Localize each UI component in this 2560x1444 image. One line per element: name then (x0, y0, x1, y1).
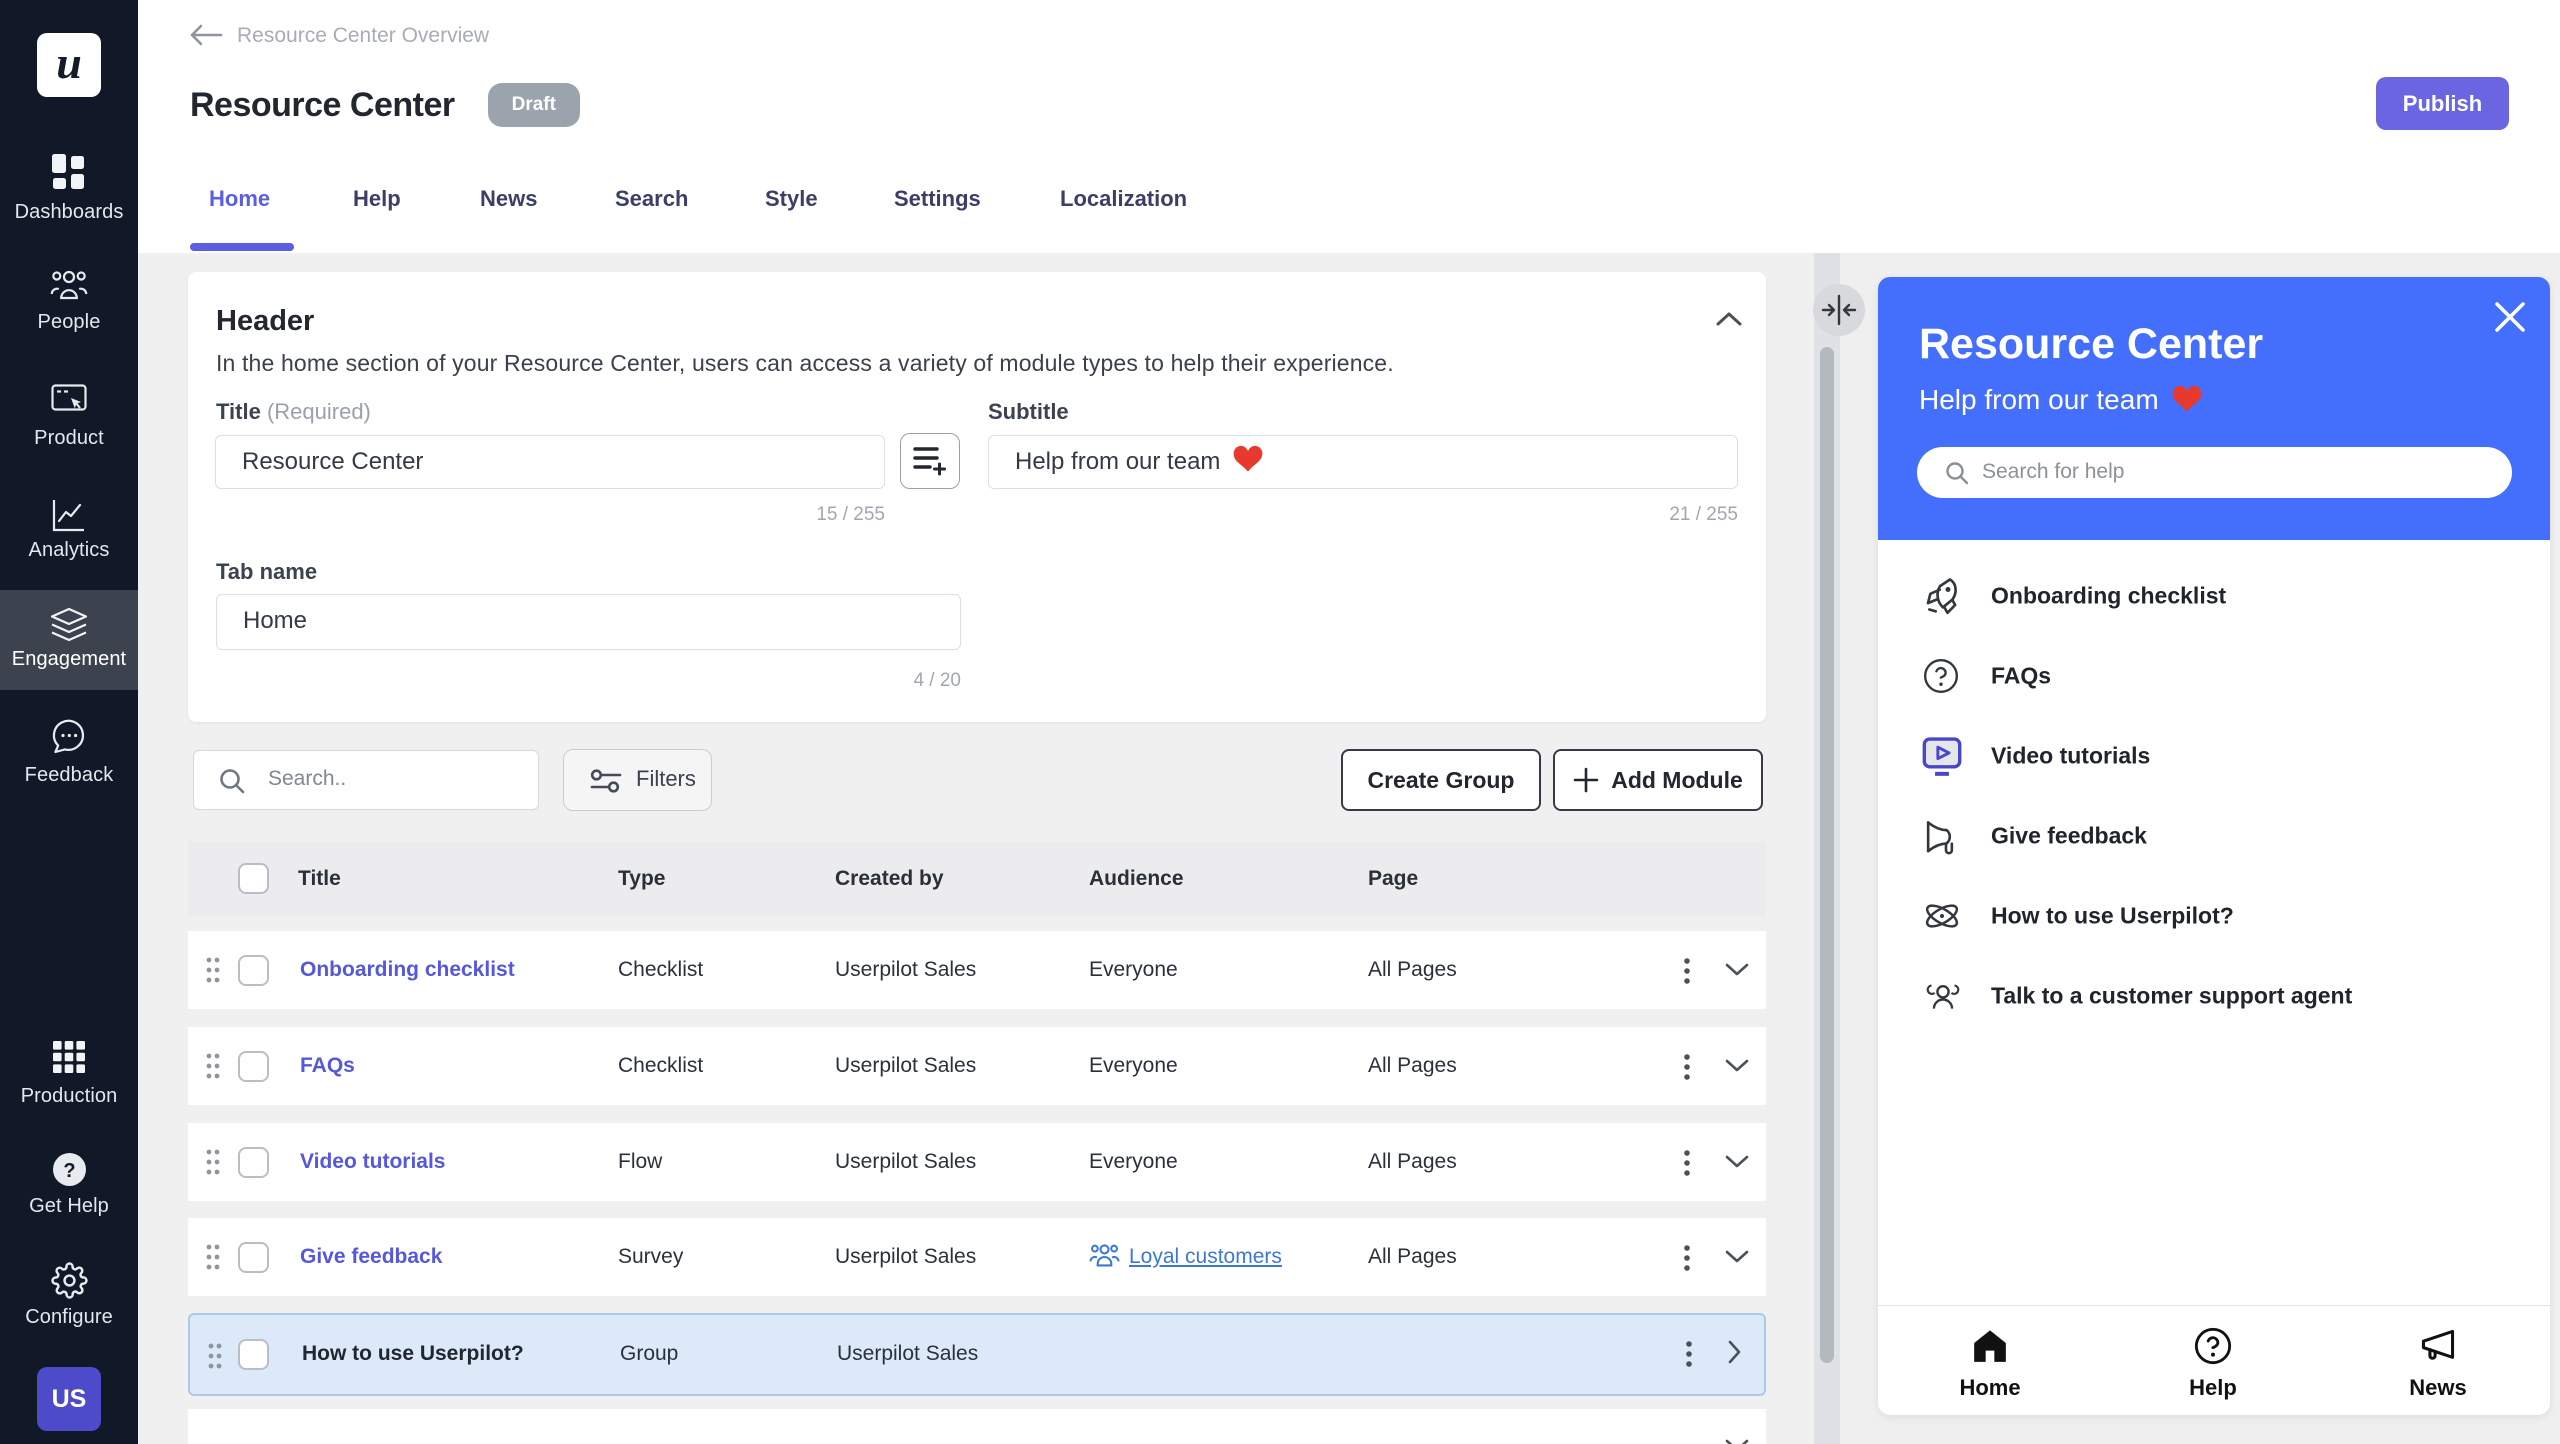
svg-text:?: ? (63, 1160, 75, 1182)
